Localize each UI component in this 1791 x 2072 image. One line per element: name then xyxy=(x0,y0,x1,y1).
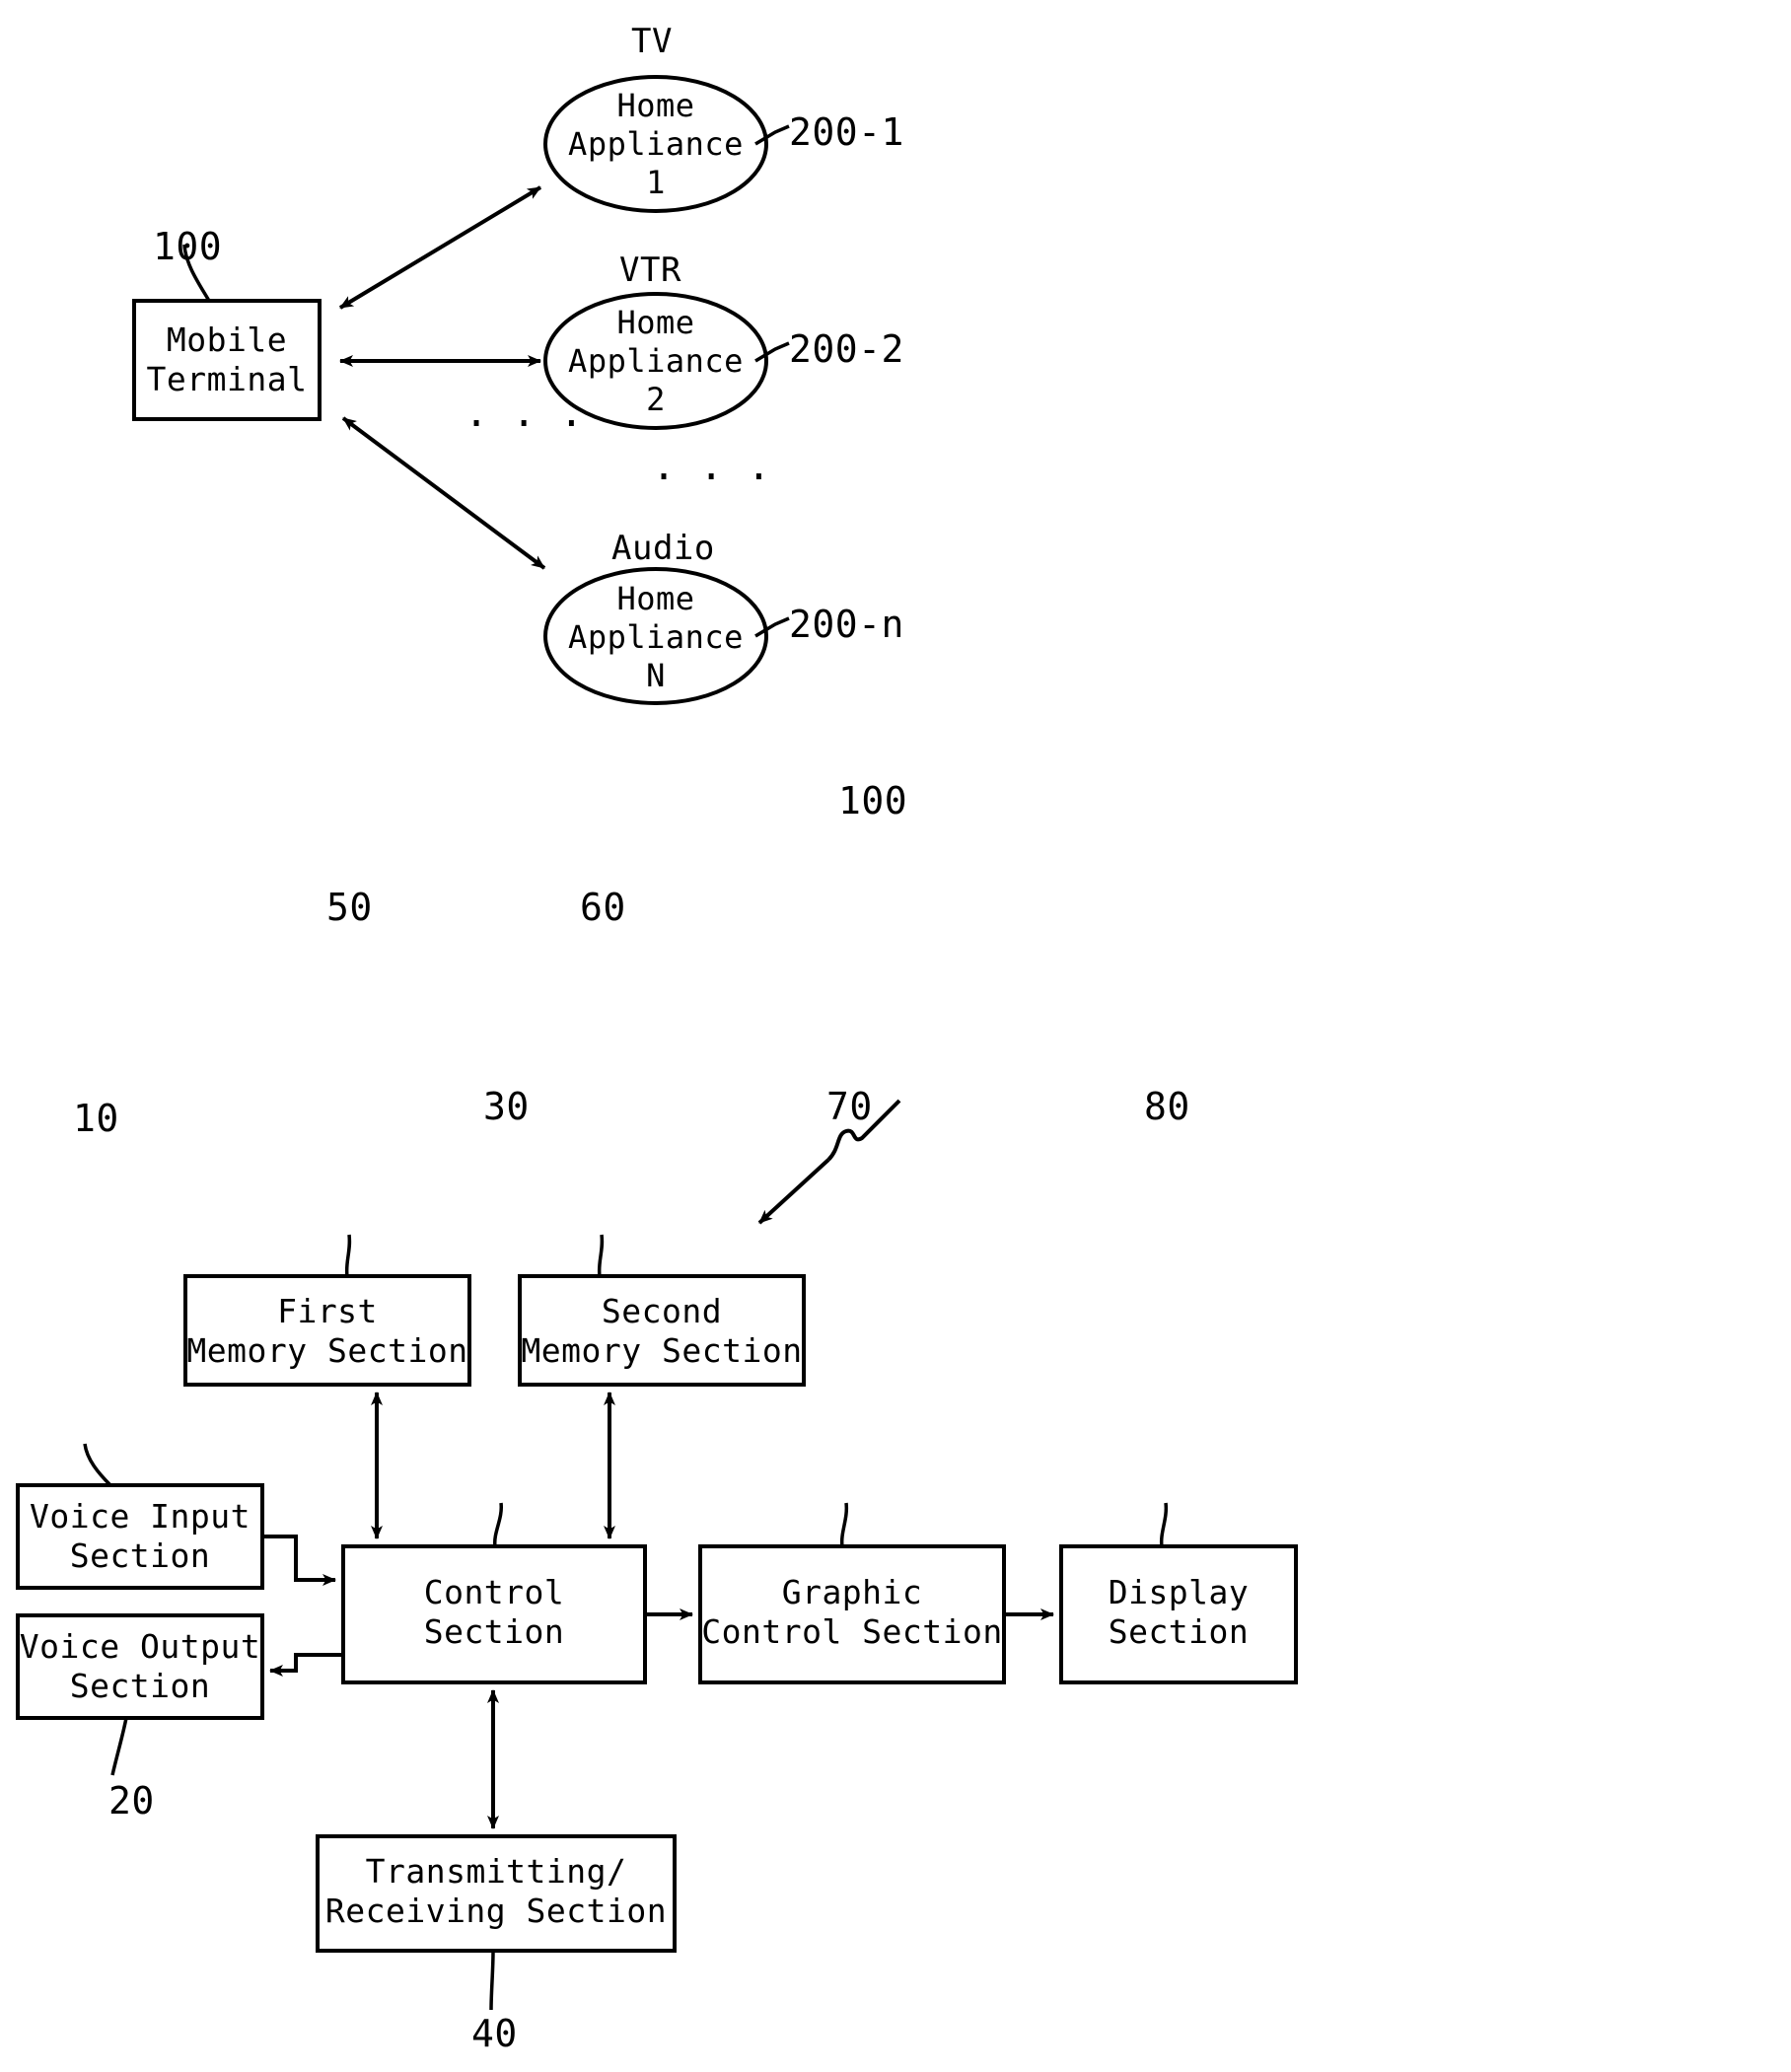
voice-output-label: Voice Output Section xyxy=(19,1627,261,1706)
ref-label-100-top: 100 xyxy=(153,225,223,268)
ref-label-70: 70 xyxy=(826,1085,873,1128)
link-control-voice-output xyxy=(269,1653,343,1677)
second-memory-label: Second Memory Section xyxy=(521,1292,803,1371)
appliance-n-label: Home Appliance N xyxy=(568,580,744,695)
first-memory-label: First Memory Section xyxy=(186,1292,468,1371)
mobile-terminal-label: Mobile Terminal xyxy=(146,321,308,399)
voice-input-label: Voice Input Section xyxy=(29,1497,251,1576)
ref-leader-50 xyxy=(344,1234,352,1277)
ref-leader-10 xyxy=(83,1443,112,1487)
figure-vector-layer xyxy=(16,75,1298,2011)
ref-leader-40 xyxy=(489,1950,495,2011)
ref-label-50: 50 xyxy=(326,886,373,929)
display-label: Display Section xyxy=(1108,1573,1250,1652)
ref-label-10: 10 xyxy=(73,1097,119,1140)
transceiver-label: Transmitting/ Receiving Section xyxy=(324,1852,668,1931)
ref-label-40: 40 xyxy=(471,2012,518,2055)
patent-figure: 100 Mobile Terminal TV Home Appliance 1 … xyxy=(0,0,1791,2072)
ref-label-200-2: 200-2 xyxy=(789,327,904,371)
ref-label-20: 20 xyxy=(108,1779,155,1822)
ref-label-80: 80 xyxy=(1144,1085,1190,1128)
ref-leader-20 xyxy=(110,1717,128,1776)
appliance-n-caption: Audio xyxy=(611,529,715,568)
appliance-1-label: Home Appliance 1 xyxy=(568,87,744,202)
ref-leader-80 xyxy=(1159,1502,1169,1547)
ref-leader-70 xyxy=(839,1502,849,1547)
appliance-1-caption: TV xyxy=(631,22,673,61)
ref-leader-60 xyxy=(597,1234,605,1277)
ellipsis-vertical-right: · · · xyxy=(652,455,771,500)
link-terminal-appliance-1 xyxy=(338,185,542,310)
ref-label-30: 30 xyxy=(483,1085,530,1128)
ref-leader-100-bottom xyxy=(757,1158,830,1225)
ref-leader-30 xyxy=(493,1502,503,1547)
ref-label-200-1: 200-1 xyxy=(789,110,904,154)
ellipsis-vertical-left: · · · xyxy=(465,401,584,447)
ref-label-100-bottom: 100 xyxy=(838,779,908,822)
ref-label-200-n: 200-n xyxy=(789,603,904,646)
ref-label-60: 60 xyxy=(580,886,626,929)
graphic-control-label: Graphic Control Section xyxy=(701,1573,1003,1652)
control-label: Control Section xyxy=(423,1573,565,1652)
link-voice-input-control xyxy=(262,1535,336,1586)
appliance-2-caption: VTR xyxy=(619,250,681,290)
